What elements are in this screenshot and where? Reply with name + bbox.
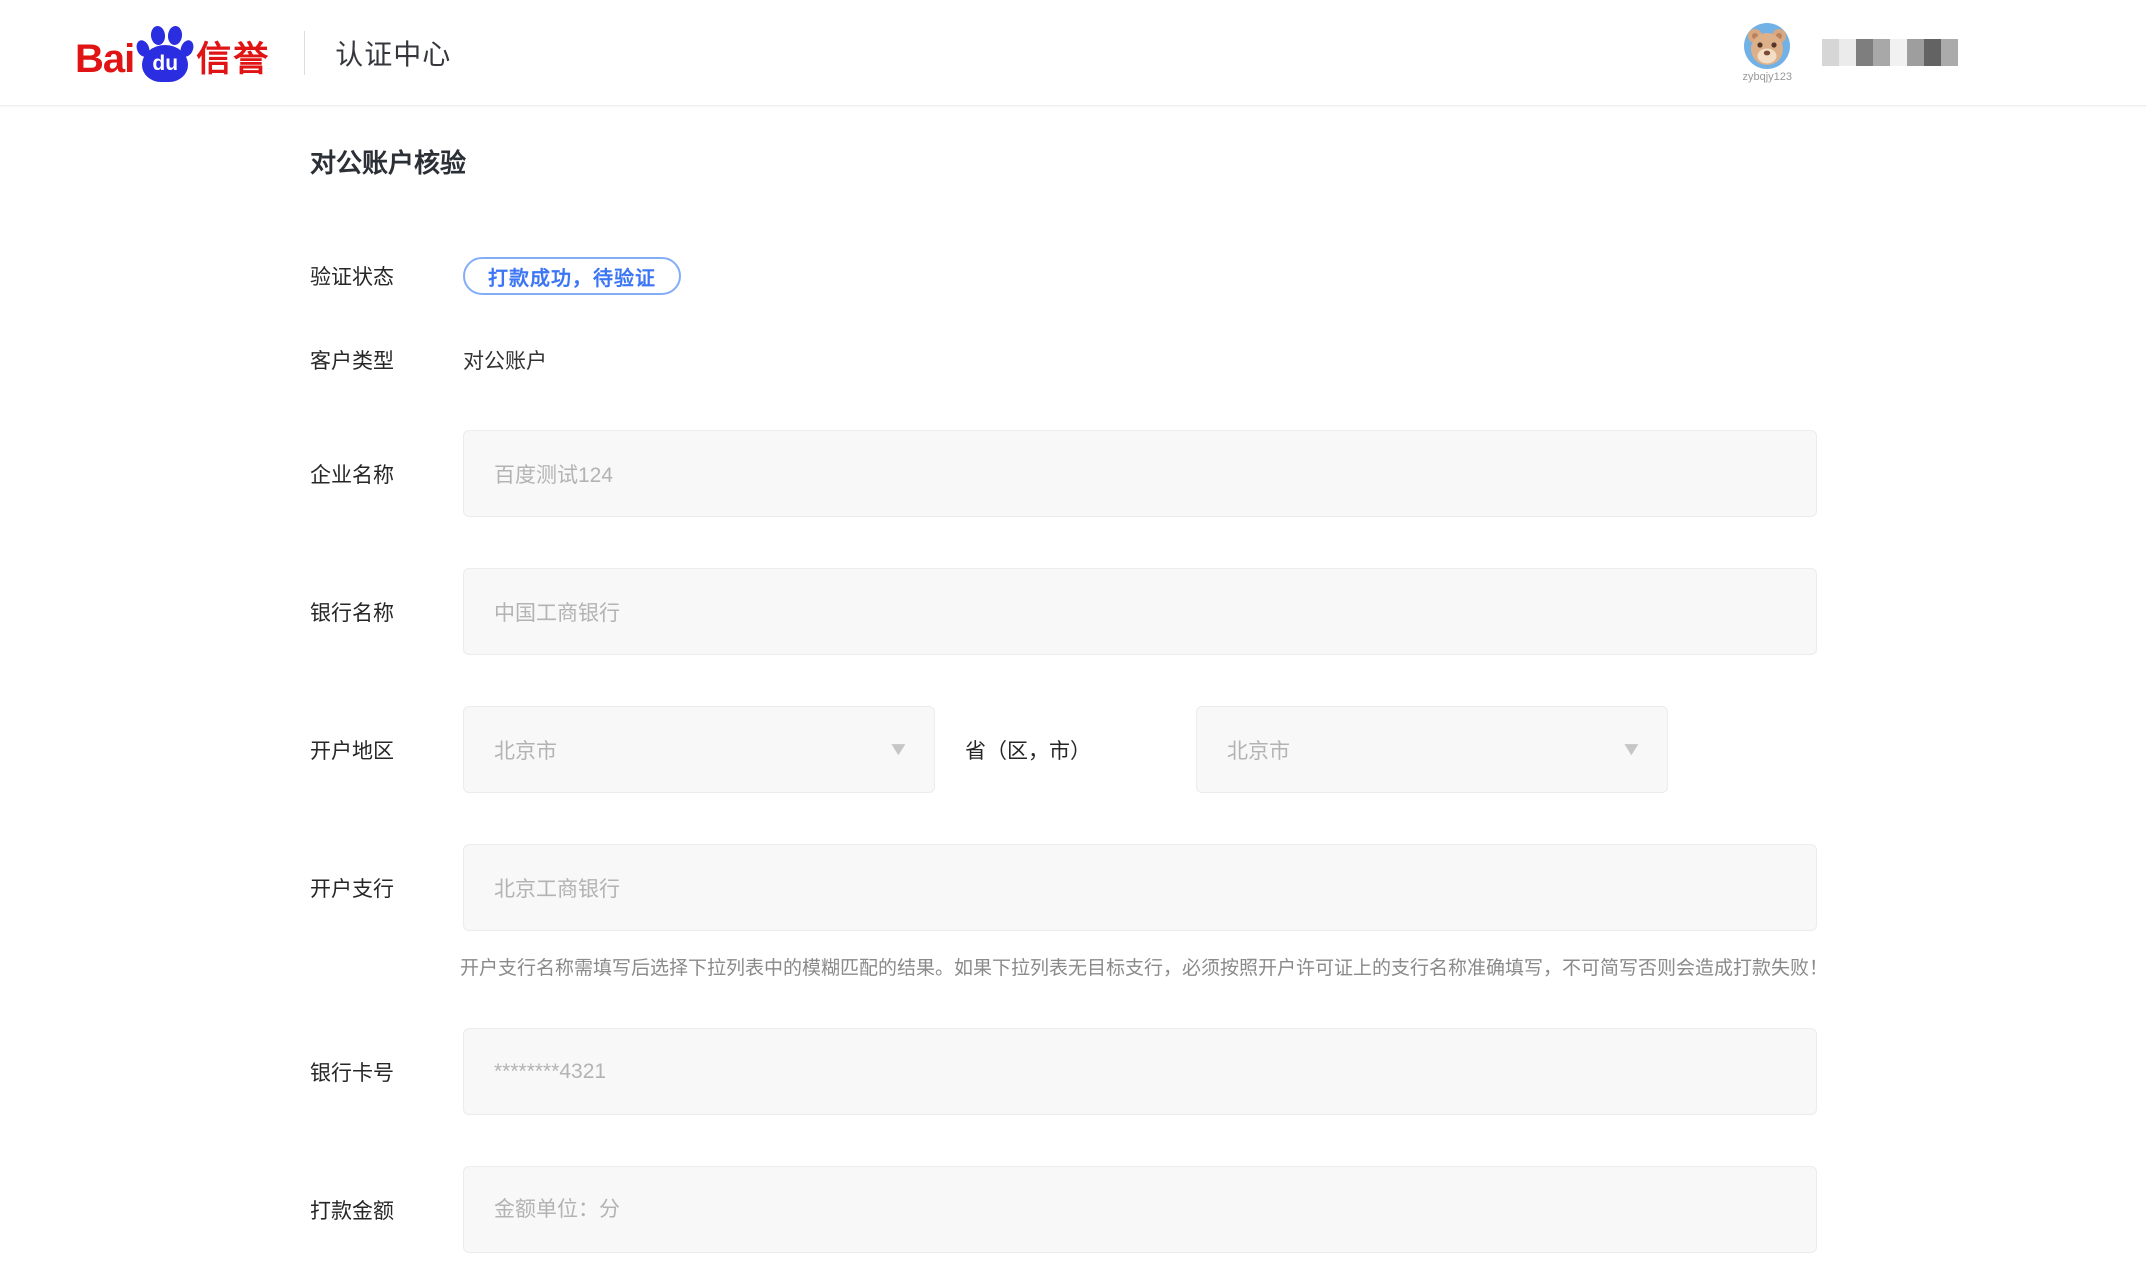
page-title: 对公账户核验 — [310, 145, 2146, 181]
status-row: 验证状态 打款成功，待验证 — [310, 257, 2146, 295]
bear-avatar-icon — [1744, 23, 1790, 69]
company-name-row: 企业名称 — [310, 430, 2146, 517]
branch-row: 开户支行 — [310, 844, 2146, 931]
region-row: 开户地区 北京市 ▼ 省（区，市） 北京市 ▼ — [310, 706, 2146, 793]
card-number-row: 银行卡号 — [310, 1028, 2146, 1115]
region-label: 开户地区 — [310, 735, 463, 765]
header-user-area: zybqjy123 — [1742, 23, 1958, 83]
province-city-label: 省（区，市） — [965, 735, 1091, 765]
company-name-label: 企业名称 — [310, 459, 463, 489]
amount-row: 打款金额 — [310, 1166, 2146, 1253]
customer-type-value: 对公账户 — [463, 345, 547, 375]
branch-input[interactable] — [463, 844, 1817, 931]
status-badge: 打款成功，待验证 — [463, 257, 681, 295]
province-select-value: 北京市 — [494, 735, 557, 765]
company-name-input[interactable] — [463, 430, 1817, 517]
baidu-paw-icon: du — [136, 24, 194, 82]
bank-name-label: 银行名称 — [310, 597, 463, 627]
status-label: 验证状态 — [310, 261, 463, 291]
logo-text-bai: Bai — [75, 39, 134, 82]
customer-type-row: 客户类型 对公账户 — [310, 345, 2146, 375]
username-label: zybqjy123 — [1742, 71, 1792, 83]
user-avatar[interactable]: zybqjy123 — [1742, 23, 1792, 83]
card-number-input[interactable] — [463, 1028, 1817, 1115]
header-divider — [304, 31, 305, 75]
city-select[interactable]: 北京市 ▼ — [1196, 706, 1668, 793]
logo-text-xinyu: 信誉 — [196, 42, 270, 82]
province-select[interactable]: 北京市 ▼ — [463, 706, 935, 793]
bank-name-row: 银行名称 — [310, 568, 2146, 655]
branch-hint-text: 开户支行名称需填写后选择下拉列表中的模糊匹配的结果。如果下拉列表无目标支行，必须… — [442, 952, 1832, 986]
bank-name-input[interactable] — [463, 568, 1817, 655]
branch-label: 开户支行 — [310, 873, 463, 903]
logo-text-du: du — [152, 53, 178, 74]
top-header: Bai du 信誉 认证中心 zybqjy123 — [0, 0, 2146, 106]
site-section-title: 认证中心 — [335, 33, 451, 73]
amount-input[interactable] — [463, 1166, 1817, 1253]
redacted-account-name — [1822, 39, 1958, 66]
customer-type-label: 客户类型 — [310, 345, 463, 375]
verification-form: 对公账户核验 验证状态 打款成功，待验证 客户类型 对公账户 企业名称 银行名称… — [0, 106, 2146, 1253]
amount-label: 打款金额 — [310, 1195, 463, 1225]
baidu-credit-logo[interactable]: Bai du 信誉 — [75, 24, 270, 82]
chevron-down-icon: ▼ — [887, 739, 911, 761]
chevron-down-icon: ▼ — [1620, 739, 1644, 761]
card-number-label: 银行卡号 — [310, 1057, 463, 1087]
city-select-value: 北京市 — [1227, 735, 1290, 765]
